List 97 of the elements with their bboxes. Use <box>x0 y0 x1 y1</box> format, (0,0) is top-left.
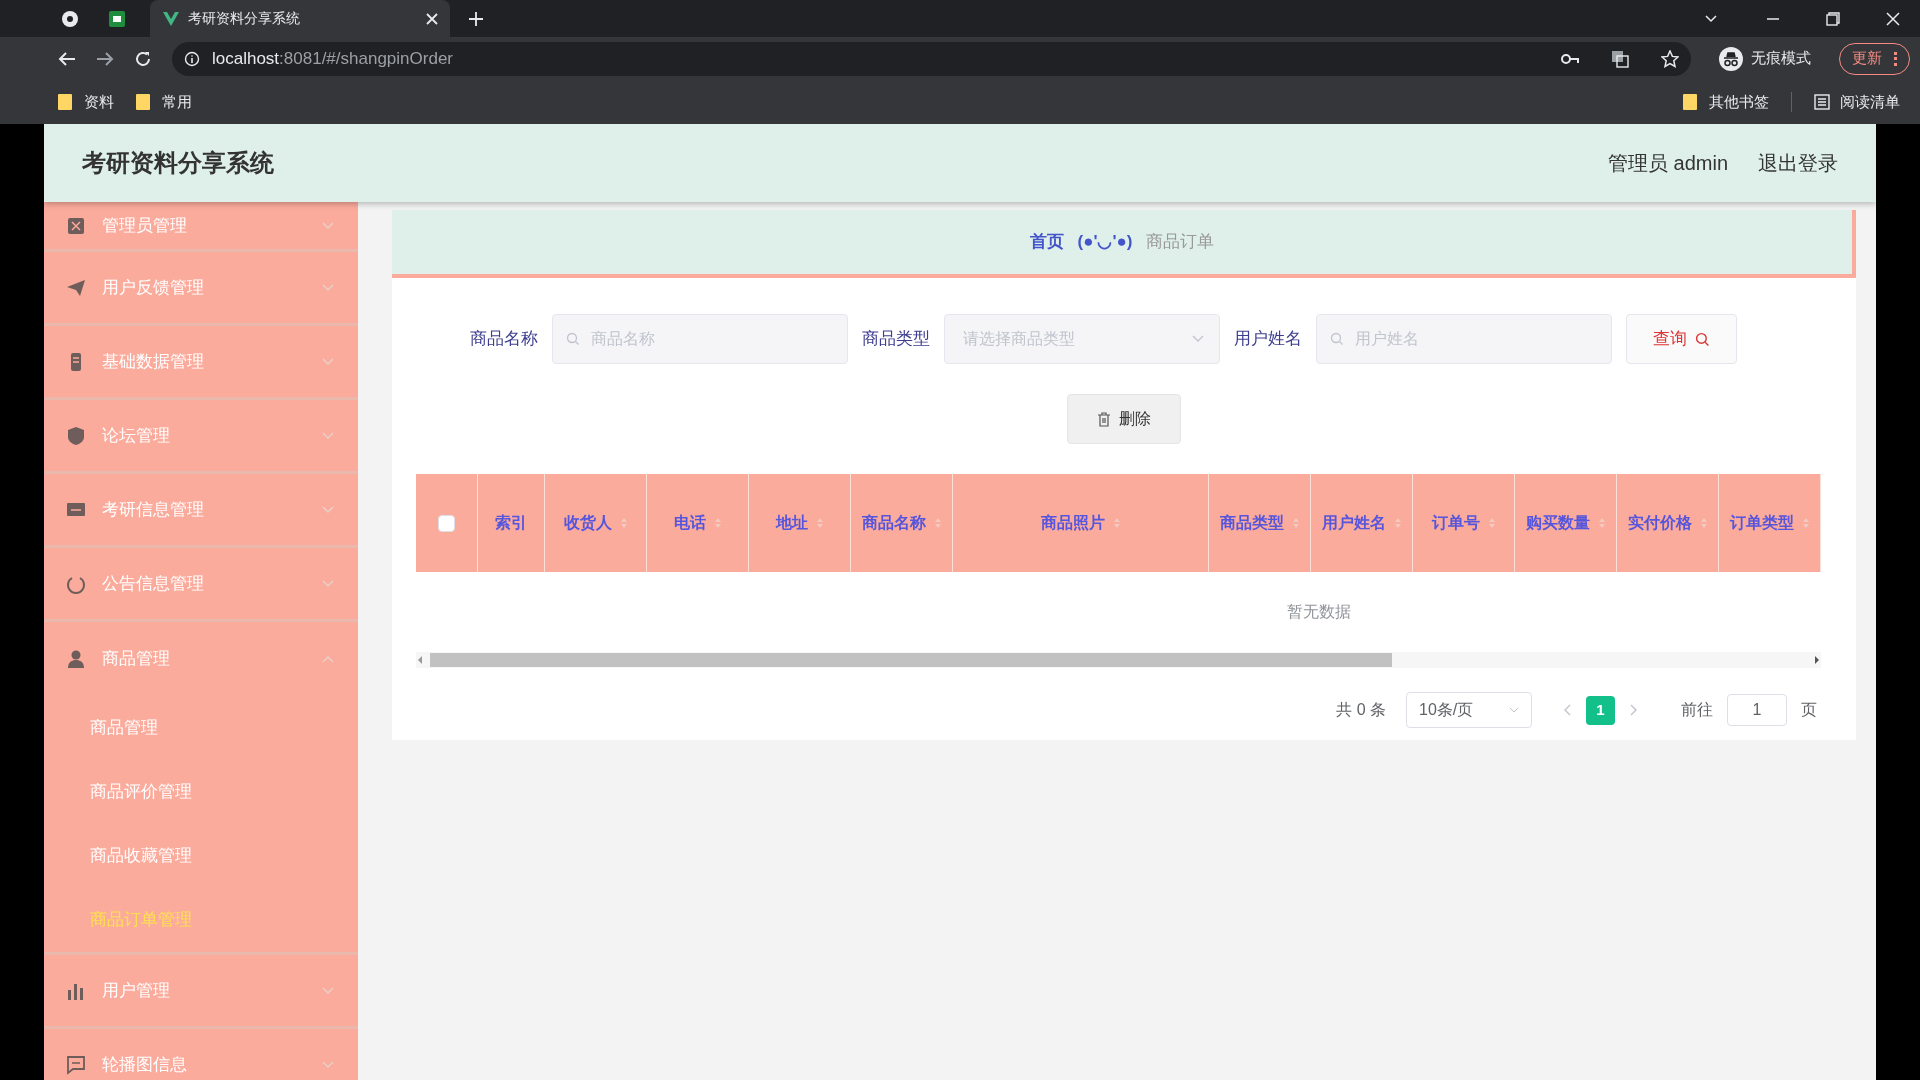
message-icon <box>66 1054 86 1075</box>
tab-title: 考研资料分享系统 <box>188 9 301 28</box>
chevron-up-icon <box>322 655 334 663</box>
incognito-button[interactable]: 无痕模式 <box>1711 46 1819 71</box>
total-count: 共 0 条 <box>1336 700 1386 720</box>
column-header[interactable]: 购买数量 <box>1525 511 1590 535</box>
folder-icon <box>136 94 150 110</box>
user-label: 管理员 admin <box>1607 151 1728 176</box>
close-icon[interactable] <box>426 12 438 25</box>
sidebar-menu-item[interactable]: 论坛管理 <box>44 400 358 474</box>
submenu-item[interactable]: 商品管理 <box>44 696 358 760</box>
reload-icon[interactable] <box>134 49 152 68</box>
page-size-select[interactable]: 10条/页 <box>1406 692 1532 728</box>
chevron-down-icon <box>322 283 334 292</box>
chevron-down-icon <box>322 579 334 588</box>
search-icon <box>566 332 580 346</box>
sheet-icon[interactable] <box>108 9 126 28</box>
chevron-down-icon <box>322 221 334 230</box>
app-title: 考研资料分享系统 <box>82 148 275 178</box>
prev-page-icon[interactable] <box>1564 704 1572 716</box>
bookmark-item[interactable]: 常用 <box>136 90 192 114</box>
horizontal-scrollbar[interactable] <box>416 652 1821 668</box>
next-page-icon[interactable] <box>1629 704 1637 716</box>
star-icon[interactable] <box>1661 49 1679 68</box>
search-icon <box>1330 332 1344 346</box>
column-header[interactable]: 地址 <box>775 511 808 535</box>
forward-icon[interactable] <box>96 50 114 67</box>
folder-icon <box>1683 94 1697 110</box>
bookmark-item[interactable]: 其他书签 <box>1683 90 1769 114</box>
page-input[interactable]: 1 <box>1727 694 1787 726</box>
browser-tab[interactable]: 考研资料分享系统 <box>150 0 450 37</box>
paper-plane-icon <box>66 277 86 298</box>
folder-icon <box>58 94 72 110</box>
browser-icon[interactable] <box>60 8 80 29</box>
scroll-right-icon[interactable] <box>1813 655 1821 665</box>
search-icon <box>1695 331 1710 347</box>
filter-label: 用户姓名 <box>1234 328 1302 351</box>
chevron-down-icon <box>322 357 334 366</box>
column-header[interactable]: 商品照片 <box>1040 511 1105 535</box>
submenu-item[interactable]: 商品收藏管理 <box>44 824 358 888</box>
close-icon[interactable] <box>1886 11 1900 26</box>
chevron-down-icon <box>322 986 334 995</box>
sidebar-menu-item[interactable]: 基础数据管理 <box>44 326 358 400</box>
chevron-down-icon <box>1509 707 1519 713</box>
url-text: localhost:8081/#/shangpinOrder <box>212 47 454 70</box>
select-all-checkbox[interactable] <box>438 514 455 532</box>
scroll-left-icon[interactable] <box>416 655 424 665</box>
admin-icon <box>66 215 86 236</box>
goto-label: 前往 <box>1681 700 1713 720</box>
empty-text: 暂无数据 <box>1286 602 1351 622</box>
list-icon <box>1814 94 1830 110</box>
column-header[interactable]: 订单类型 <box>1729 511 1794 535</box>
breadcrumb-link[interactable]: 首页 <box>1029 229 1064 255</box>
sidebar-menu-item[interactable]: 商品管理 <box>44 622 358 696</box>
vue-icon <box>162 10 180 27</box>
key-icon[interactable] <box>1561 52 1579 65</box>
back-icon[interactable] <box>58 50 76 67</box>
delete-button[interactable]: 删除 <box>1067 394 1181 444</box>
trash-icon <box>1097 411 1111 427</box>
chevron-down-icon <box>322 431 334 440</box>
column-header[interactable]: 订单号 <box>1431 511 1480 535</box>
goto-suffix: 页 <box>1801 700 1817 720</box>
address-bar[interactable]: localhost:8081/#/shangpinOrder <box>172 41 1691 76</box>
column-header[interactable]: 实付价格 <box>1627 511 1692 535</box>
sidebar-menu-item[interactable]: 轮播图信息 <box>44 1029 358 1080</box>
submenu-item[interactable]: 商品评价管理 <box>44 760 358 824</box>
page-button[interactable]: 1 <box>1586 695 1615 725</box>
user-icon <box>66 649 86 669</box>
filter-label: 商品类型 <box>862 328 930 351</box>
sidebar-menu-item[interactable]: 考研信息管理 <box>44 474 358 548</box>
sidebar-menu-item[interactable]: 用户反馈管理 <box>44 252 358 326</box>
info-icon <box>184 50 200 67</box>
filter-label: 商品名称 <box>470 328 538 351</box>
chevron-down-icon <box>1192 335 1204 343</box>
translate-icon[interactable] <box>1611 49 1629 68</box>
column-header[interactable]: 商品名称 <box>861 511 926 535</box>
sidebar-menu-item[interactable]: 管理员管理 <box>44 202 358 252</box>
column-header[interactable]: 用户姓名 <box>1321 511 1386 535</box>
shield-icon <box>66 425 86 446</box>
new-tab-icon[interactable] <box>468 10 484 27</box>
bookmark-item[interactable]: 资料 <box>58 90 114 114</box>
column-header[interactable]: 商品类型 <box>1219 511 1284 535</box>
chevron-down-icon <box>322 505 334 514</box>
chevron-down-icon[interactable] <box>1704 13 1718 24</box>
reading-list-button[interactable]: 阅读清单 <box>1814 90 1900 114</box>
incognito-icon <box>1719 46 1743 71</box>
chevron-down-icon <box>322 1060 334 1069</box>
column-header[interactable]: 电话 <box>673 511 706 535</box>
restore-icon[interactable] <box>1826 11 1840 26</box>
sidebar-menu-item[interactable]: 用户管理 <box>44 955 358 1029</box>
breadcrumb-current: 商品订单 <box>1146 231 1215 254</box>
column-header[interactable]: 收货人 <box>563 511 612 535</box>
logout-link[interactable]: 退出登录 <box>1758 148 1838 178</box>
breadcrumb-separator: (●'◡'●) <box>1077 231 1133 254</box>
sidebar-menu-item[interactable]: 公告信息管理 <box>44 548 358 622</box>
search-button[interactable]: 查询 <box>1626 314 1737 364</box>
column-header[interactable]: 索引 <box>495 511 527 535</box>
